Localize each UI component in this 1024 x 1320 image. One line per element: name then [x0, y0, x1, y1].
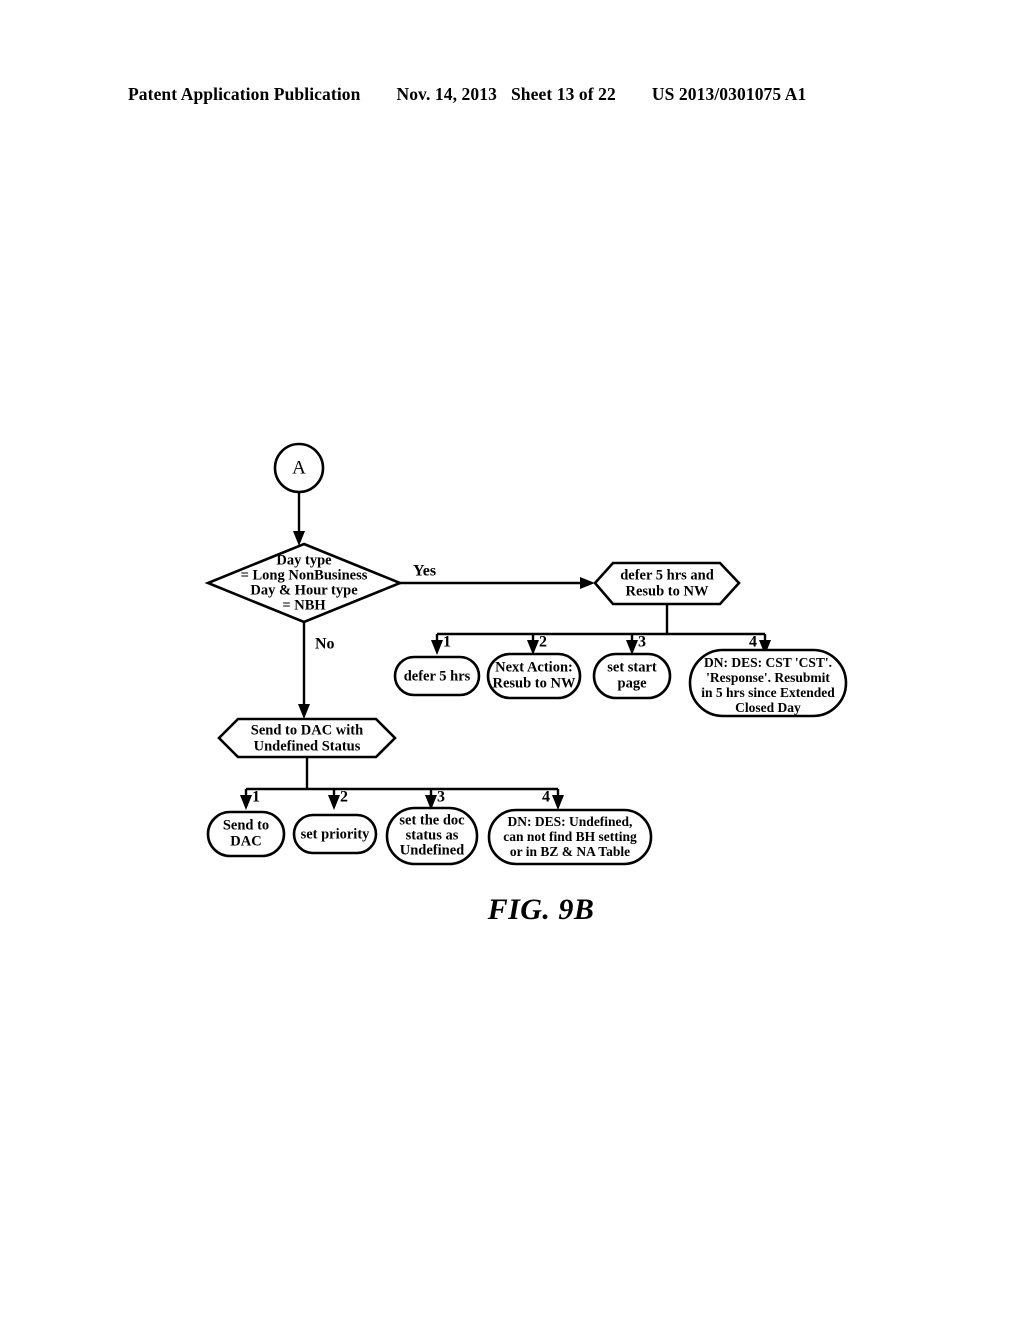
decision-line-2: = Long NonBusiness [241, 567, 368, 583]
figure-caption: FIG. 9B [0, 893, 1024, 927]
bus-yes-branch: 1 2 3 4 [431, 604, 771, 655]
process-defer-resub-line-2: Resub to NW [626, 583, 709, 599]
decision-line-1: Day type [276, 552, 332, 568]
decision-line-3: Day & Hour type [250, 582, 358, 598]
no-step-3-line-2: status as [406, 827, 459, 843]
no-step-1-node: Send to DAC [206, 810, 286, 858]
yes-step-3-line-2: page [618, 675, 648, 691]
no-step-4-line-2: can not find BH setting [503, 829, 637, 844]
no-step-3-index: 3 [437, 789, 445, 806]
yes-step-1-line-1: defer 5 hrs [404, 668, 471, 684]
no-step-3-line-3: Undefined [400, 842, 464, 858]
no-step-4-index: 4 [542, 789, 550, 806]
yes-step-4-line-2: 'Response'. Resubmit [706, 670, 830, 685]
process-defer-resub-line-1: defer 5 hrs and [620, 567, 714, 583]
yes-step-2-line-1: Next Action: [495, 659, 573, 675]
flowchart-figure: A Day type = Long NonBusiness Day & Hour… [0, 0, 1024, 1320]
connector-node-a-label: A [292, 457, 306, 478]
no-step-4-node: DN: DES: Undefined, can not find BH sett… [487, 808, 653, 866]
yes-step-2-index: 2 [539, 634, 547, 651]
process-send-dac-undefined: Send to DAC with Undefined Status [217, 717, 397, 759]
figure-caption-label: FIG. 9B [487, 893, 595, 926]
yes-step-3-line-1: set start [607, 659, 657, 675]
edge-a-to-decision [293, 492, 305, 546]
no-step-3-node: set the doc status as Undefined [385, 806, 479, 866]
process-send-dac-line-2: Undefined Status [254, 738, 361, 754]
no-step-1-index: 1 [252, 789, 260, 806]
bus-no-branch: 1 2 3 4 [240, 757, 564, 810]
no-step-1-line-1: Send to [223, 817, 269, 833]
no-step-2-index: 2 [340, 789, 348, 806]
yes-step-1-index: 1 [443, 634, 451, 651]
edge-yes-label: Yes [413, 563, 436, 580]
yes-step-3-node: set start page [592, 652, 672, 700]
decision-line-4: = NBH [282, 597, 326, 613]
process-defer-resub: defer 5 hrs and Resub to NW [593, 561, 741, 606]
edge-no: No [298, 622, 335, 719]
yes-step-4-line-1: DN: DES: CST 'CST'. [704, 655, 832, 670]
no-step-4-line-3: or in BZ & NA Table [510, 844, 630, 859]
yes-step-2-node: Next Action: Resub to NW [486, 652, 582, 700]
yes-step-3-index: 3 [638, 634, 646, 651]
yes-step-1-node: defer 5 hrs [393, 655, 481, 697]
edge-yes: Yes [400, 563, 595, 589]
no-step-1-line-2: DAC [230, 833, 261, 849]
decision-daytype: Day type = Long NonBusiness Day & Hour t… [204, 542, 404, 624]
yes-step-4-index: 4 [749, 634, 757, 651]
yes-step-4-line-3: in 5 hrs since Extended [701, 685, 835, 700]
no-step-2-line-1: set priority [301, 826, 371, 842]
no-step-4-line-1: DN: DES: Undefined, [508, 814, 633, 829]
connector-node-a: A [273, 442, 325, 494]
yes-step-4-node: DN: DES: CST 'CST'. 'Response'. Resubmit… [688, 648, 848, 718]
edge-no-label: No [315, 636, 335, 653]
no-step-3-line-1: set the doc [399, 812, 465, 828]
process-send-dac-line-1: Send to DAC with [251, 722, 363, 738]
yes-step-4-line-4: Closed Day [735, 700, 801, 715]
no-step-2-node: set priority [292, 813, 378, 855]
yes-step-2-line-2: Resub to NW [493, 675, 576, 691]
